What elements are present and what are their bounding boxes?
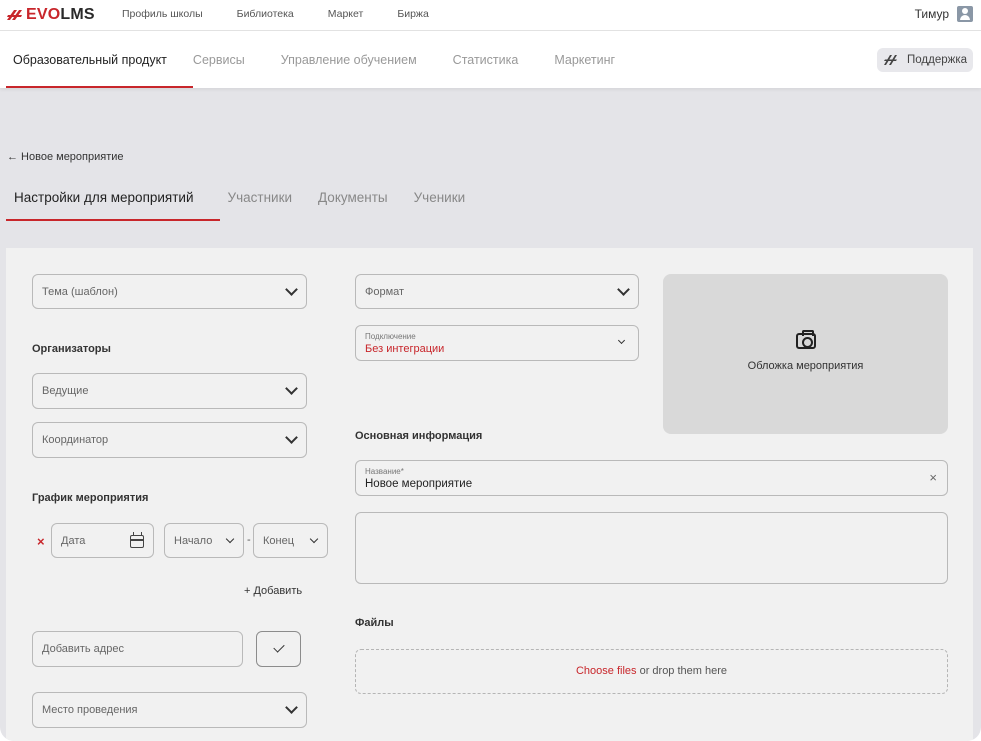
format-select[interactable]: Формат (355, 274, 639, 309)
section-nav-bar: Образовательный продукт Сервисы Управлен… (0, 31, 981, 88)
chevron-down-icon (225, 534, 235, 543)
schedule-heading: График мероприятия (32, 492, 149, 504)
theme-select-placeholder: Тема (шаблон) (42, 285, 118, 298)
chevron-down-icon (285, 431, 298, 444)
end-time-placeholder: Конец (263, 534, 295, 547)
top-nav: Профиль школы Библиотека Маркет Биржа (122, 8, 463, 20)
venue-select-placeholder: Место проведения (42, 704, 138, 716)
start-time-select[interactable]: Начало (164, 523, 244, 558)
support-icon (884, 55, 897, 65)
hosts-select-placeholder: Ведущие (42, 385, 89, 397)
top-bar: EVOLMS Профиль школы Библиотека Маркет Б… (0, 0, 981, 31)
logo-icon (7, 10, 22, 20)
support-label: Поддержка (907, 54, 967, 66)
tab-event-settings[interactable]: Настройки для мероприятий (6, 180, 220, 221)
clear-icon[interactable]: × (929, 470, 937, 485)
event-settings-panel: Тема (шаблон) Организаторы Ведущие Коорд… (6, 248, 973, 741)
user-name: Тимур (914, 7, 949, 21)
event-cover-label: Обложка мероприятия (747, 360, 864, 372)
calendar-icon (130, 532, 144, 548)
connection-select[interactable]: Подключение Без интеграции (355, 325, 639, 361)
tab-participants[interactable]: Участники (220, 180, 311, 221)
confirm-address-button[interactable] (256, 631, 301, 667)
hosts-select[interactable]: Ведущие (32, 373, 307, 409)
tab-students[interactable]: Ученики (406, 180, 484, 221)
chevron-down-icon (285, 701, 298, 714)
topnav-school-profile[interactable]: Профиль школы (122, 8, 203, 20)
logo-text: EVOLMS (26, 6, 95, 23)
description-textarea[interactable] (355, 512, 948, 584)
theme-select[interactable]: Тема (шаблон) (32, 274, 307, 309)
chevron-down-icon (285, 282, 298, 296)
tab-marketing[interactable]: Маркетинг (554, 31, 633, 88)
tab-educational-product[interactable]: Образовательный продукт (0, 31, 193, 88)
event-name-value: Новое мероприятие (365, 478, 473, 490)
files-heading: Файлы (355, 617, 394, 629)
topnav-market[interactable]: Маркет (328, 8, 364, 20)
choose-files-link[interactable]: Choose files (576, 665, 637, 677)
chevron-down-icon (309, 534, 319, 543)
remove-date-icon[interactable]: × (37, 534, 45, 549)
coordinator-select[interactable]: Координатор (32, 422, 307, 458)
section-nav: Образовательный продукт Сервисы Управлен… (0, 31, 633, 88)
venue-select[interactable]: Место проведения (32, 692, 307, 728)
camera-icon (796, 330, 816, 349)
format-select-placeholder: Формат (365, 285, 405, 298)
coordinator-select-placeholder: Координатор (42, 434, 109, 446)
file-dropzone[interactable]: Choose files or drop them here (355, 649, 948, 694)
user-menu[interactable]: Тимур (915, 6, 973, 22)
event-name-label: Название* (365, 467, 404, 476)
app-window: EVOLMS Профиль школы Библиотека Маркет Б… (0, 0, 981, 741)
user-avatar-icon (957, 6, 973, 22)
start-time-placeholder: Начало (174, 534, 213, 547)
chevron-down-icon (285, 382, 298, 395)
check-icon (273, 641, 285, 653)
main-info-heading: Основная информация (355, 430, 483, 442)
address-input-placeholder: Добавить адрес (42, 643, 124, 655)
back-link[interactable]: ← Новое мероприятие (7, 151, 124, 163)
connection-label: Подключение (365, 332, 416, 341)
date-field-placeholder: Дата (61, 534, 86, 547)
topnav-library[interactable]: Библиотека (237, 8, 294, 20)
event-tabs: Настройки для мероприятий Участники Доку… (6, 180, 483, 221)
end-time-select[interactable]: Конец (253, 523, 328, 558)
date-field[interactable]: Дата (51, 523, 154, 558)
event-cover-upload[interactable]: Обложка мероприятия (663, 274, 948, 434)
tab-documents[interactable]: Документы (310, 180, 406, 221)
tab-statistics[interactable]: Статистика (453, 31, 555, 88)
logo[interactable]: EVOLMS (6, 5, 95, 25)
tab-services[interactable]: Сервисы (193, 31, 281, 88)
topnav-exchange[interactable]: Биржа (397, 8, 428, 20)
event-name-field[interactable]: Название* Новое мероприятие × (355, 460, 948, 496)
time-range-dash: - (247, 534, 251, 546)
connection-value: Без интеграции (365, 343, 445, 355)
tab-learning-management[interactable]: Управление обучением (281, 31, 453, 88)
chevron-down-icon (617, 282, 630, 296)
support-button[interactable]: Поддержка (877, 48, 973, 72)
organizers-heading: Организаторы (32, 343, 111, 355)
dropzone-text: or drop them here (636, 665, 728, 677)
address-input[interactable]: Добавить адрес (32, 631, 243, 667)
add-schedule-button[interactable]: + Добавить (244, 585, 302, 597)
